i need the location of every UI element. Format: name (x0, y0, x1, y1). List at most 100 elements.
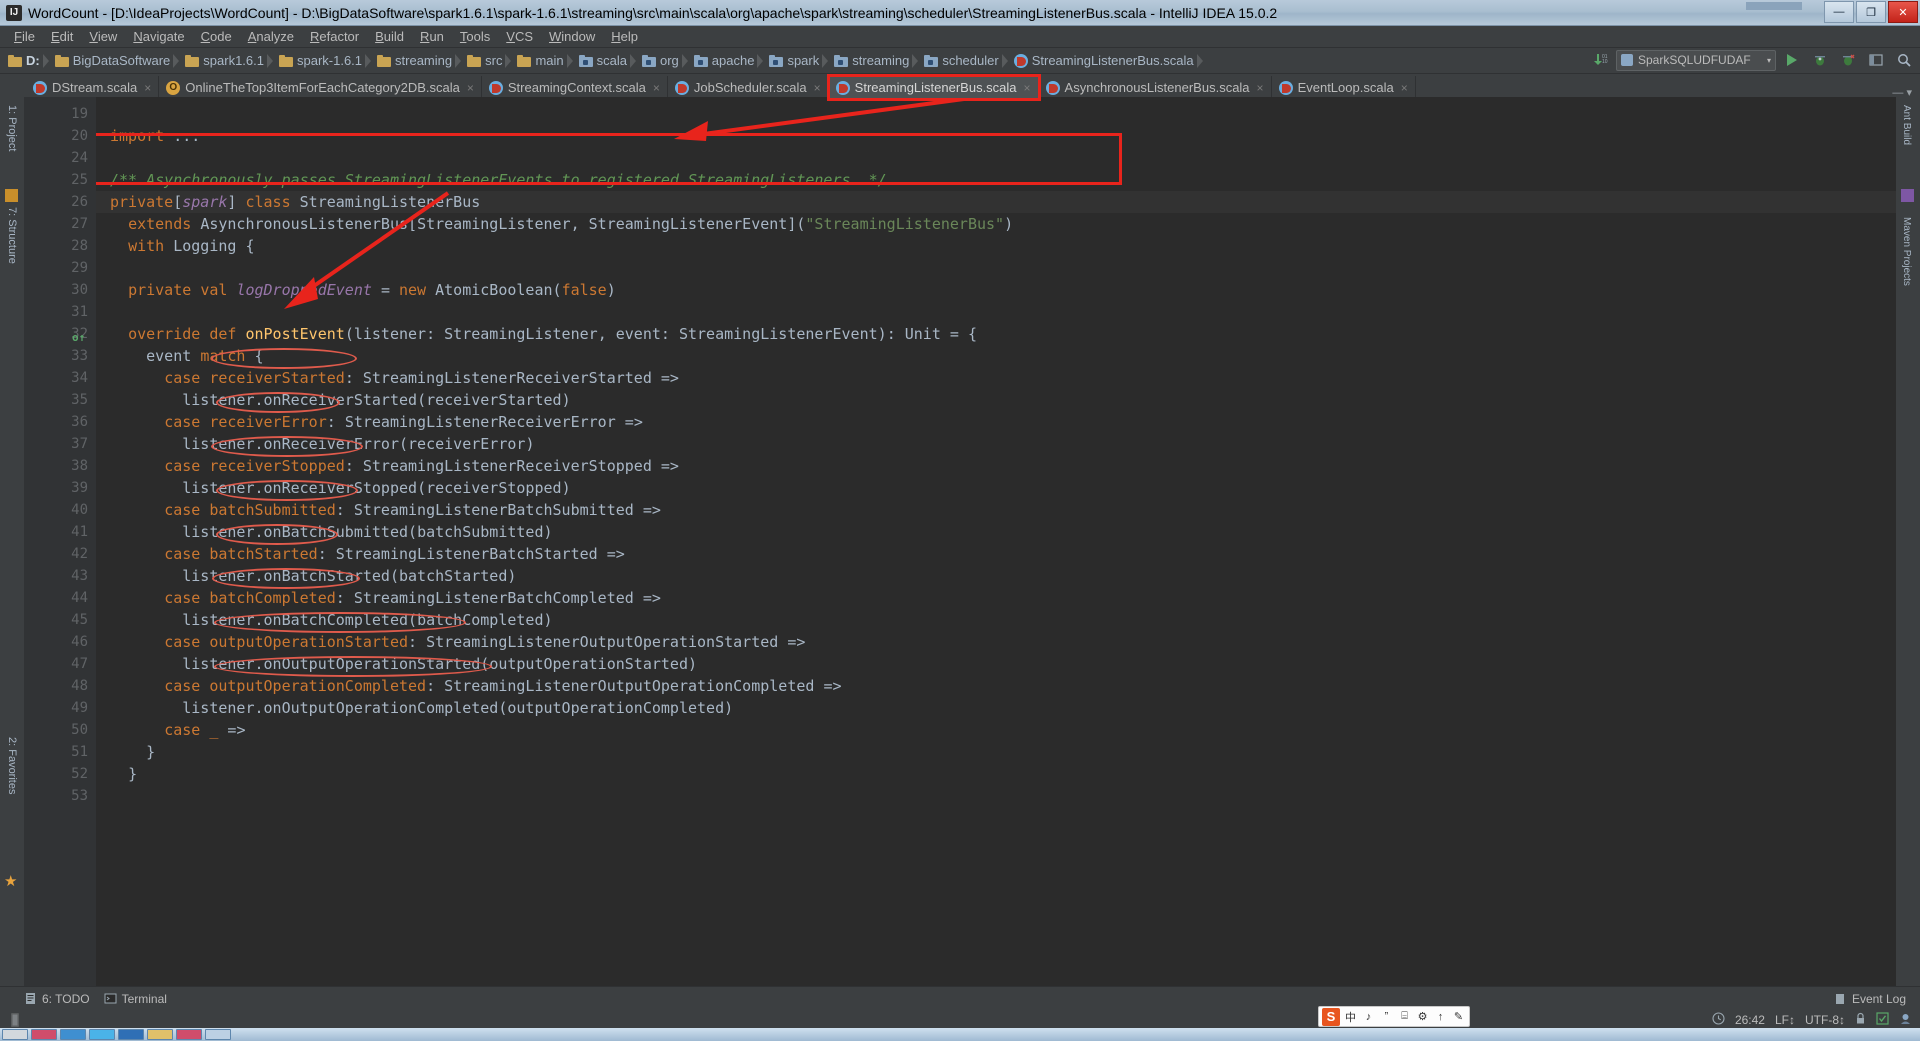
sidebar-item-favorites[interactable]: 2: Favorites (6, 737, 18, 794)
code-line-19[interactable] (96, 103, 1896, 125)
code-line-36[interactable]: case receiverError: StreamingListenerRec… (96, 411, 1896, 433)
close-button[interactable]: ✕ (1888, 1, 1918, 23)
code-line-51[interactable]: } (96, 741, 1896, 763)
hector-icon[interactable] (1899, 1012, 1912, 1028)
code-line-26[interactable]: private[spark] class StreamingListenerBu… (96, 191, 1896, 213)
close-icon[interactable]: × (144, 81, 151, 95)
editor-tab-onlinethetop3itemforeachcategory2db-scala[interactable]: O OnlineTheTop3ItemForEachCategory2DB.sca… (159, 76, 482, 99)
code-line-48[interactable]: case outputOperationCompleted: Streaming… (96, 675, 1896, 697)
ime-button-5[interactable]: ↑ (1433, 1011, 1448, 1023)
breadcrumb-item-scheduler[interactable]: scheduler (920, 50, 1000, 72)
code-line-39[interactable]: listener.onReceiverStopped(receiverStopp… (96, 477, 1896, 499)
sidebar-item-structure[interactable]: 7: Structure (6, 207, 18, 264)
gutter-line-43[interactable]: 43 (24, 565, 96, 587)
code-line-53[interactable] (96, 785, 1896, 807)
taskbar-item[interactable] (118, 1029, 144, 1040)
code-line-33[interactable]: event match { (96, 345, 1896, 367)
update-arrow-icon[interactable]: 01 10 (1588, 49, 1612, 71)
gutter-line-47[interactable]: 47 (24, 653, 96, 675)
code-line-31[interactable] (96, 301, 1896, 323)
gutter-line-44[interactable]: 44 (24, 587, 96, 609)
gutter-line-40[interactable]: 40 (24, 499, 96, 521)
code-line-43[interactable]: listener.onBatchStarted(batchStarted) (96, 565, 1896, 587)
code-editor[interactable]: import ... /** Asynchronously passes Str… (96, 97, 1896, 986)
sidebar-item-project[interactable]: 1: Project (6, 105, 18, 151)
code-line-50[interactable]: case _ => (96, 719, 1896, 741)
tool-window-terminal[interactable]: Terminal (104, 992, 167, 1006)
inspection-icon[interactable] (1876, 1011, 1889, 1028)
taskbar-item[interactable] (147, 1029, 173, 1040)
run-configuration-selector[interactable]: SparkSQLUDFUDAF ▾ (1616, 49, 1776, 71)
breadcrumb-item-streaminglistenerbus-scala[interactable]: StreamingListenerBus.scala (1010, 50, 1196, 72)
code-line-41[interactable]: listener.onBatchSubmitted(batchSubmitted… (96, 521, 1896, 543)
editor-tab-dstream-scala[interactable]: DStream.scala × (26, 76, 160, 99)
ime-button-3[interactable]: ⌸ (1397, 1010, 1412, 1023)
code-line-47[interactable]: listener.onOutputOperationStarted(output… (96, 653, 1896, 675)
ime-brand-icon[interactable]: S (1322, 1007, 1340, 1026)
close-icon[interactable]: × (1257, 81, 1264, 95)
gutter-line-51[interactable]: 51- (24, 741, 110, 763)
code-line-30[interactable]: private val logDroppedEvent = new Atomic… (96, 279, 1896, 301)
taskbar-item[interactable] (205, 1029, 231, 1040)
maximize-button[interactable]: ❐ (1856, 1, 1886, 23)
editor-tab-streamingcontext-scala[interactable]: StreamingContext.scala × (481, 76, 668, 99)
menu-item-build[interactable]: Build (367, 27, 412, 46)
breadcrumb-item-main[interactable]: main (513, 50, 565, 72)
file-encoding[interactable]: UTF-8↕ (1805, 1013, 1845, 1027)
ime-button-6[interactable]: ✎ (1451, 1010, 1466, 1023)
menu-item-file[interactable]: File (6, 27, 43, 46)
code-line-45[interactable]: listener.onBatchCompleted(batchCompleted… (96, 609, 1896, 631)
coverage-button[interactable] (1836, 49, 1860, 71)
gutter-line-20[interactable]: 20+ (24, 125, 110, 147)
gutter-line-26[interactable]: 26- (24, 191, 110, 213)
gutter-line-42[interactable]: 42 (24, 543, 96, 565)
code-line-37[interactable]: listener.onReceiverError(receiverError) (96, 433, 1896, 455)
code-line-24[interactable] (96, 147, 1896, 169)
gutter-line-49[interactable]: 49 (24, 697, 96, 719)
caret-position[interactable]: 26:42 (1735, 1013, 1765, 1027)
gutter-line-41[interactable]: 41 (24, 521, 96, 543)
breadcrumb-item-apache[interactable]: apache (690, 50, 757, 72)
tool-window-event-log[interactable]: Event Log (1834, 992, 1906, 1006)
code-line-27[interactable]: extends AsynchronousListenerBus[Streamin… (96, 213, 1896, 235)
gutter-line-45[interactable]: 45 (24, 609, 96, 631)
code-line-20[interactable]: import ... (96, 125, 1896, 147)
gutter-line-37[interactable]: 37 (24, 433, 96, 455)
code-line-35[interactable]: listener.onReceiverStarted(receiverStart… (96, 389, 1896, 411)
code-line-40[interactable]: case batchSubmitted: StreamingListenerBa… (96, 499, 1896, 521)
gutter-line-33[interactable]: 33- (24, 345, 110, 367)
search-icon[interactable] (1892, 49, 1916, 71)
code-line-49[interactable]: listener.onOutputOperationCompleted(outp… (96, 697, 1896, 719)
gutter-line-39[interactable]: 39 (24, 477, 96, 499)
taskbar-item[interactable] (2, 1029, 28, 1040)
breadcrumb-item-org[interactable]: org (638, 50, 681, 72)
minimize-button[interactable]: — (1824, 1, 1854, 23)
gutter-line-34[interactable]: 34 (24, 367, 96, 389)
gutter-line-32[interactable]: 32 o↑ (24, 323, 96, 345)
close-icon[interactable]: × (814, 81, 821, 95)
editor-tab-streaminglistenerbus-scala[interactable]: StreamingListenerBus.scala × (826, 74, 1041, 101)
gutter-line-29[interactable]: 29 (24, 257, 96, 279)
code-line-28[interactable]: with Logging { (96, 235, 1896, 257)
debug-button[interactable] (1808, 49, 1832, 71)
code-line-34[interactable]: case receiverStarted: StreamingListenerR… (96, 367, 1896, 389)
code-line-38[interactable]: case receiverStopped: StreamingListenerR… (96, 455, 1896, 477)
breadcrumb-item-spark[interactable]: spark (765, 50, 821, 72)
code-line-42[interactable]: case batchStarted: StreamingListenerBatc… (96, 543, 1896, 565)
ime-button-0[interactable]: 中 (1343, 1009, 1358, 1025)
breadcrumb-item-streaming[interactable]: streaming (830, 50, 911, 72)
menu-item-tools[interactable]: Tools (452, 27, 498, 46)
menu-item-edit[interactable]: Edit (43, 27, 81, 46)
gutter-line-28[interactable]: 28- (24, 235, 110, 257)
sidebar-item-ant-build[interactable]: Ant Build (1901, 105, 1912, 145)
menu-item-help[interactable]: Help (603, 27, 646, 46)
menu-item-run[interactable]: Run (412, 27, 452, 46)
gutter-line-31[interactable]: 31 (24, 301, 96, 323)
close-icon[interactable]: × (1024, 81, 1031, 95)
gutter-line-50[interactable]: 50 (24, 719, 96, 741)
line-separator[interactable]: LF↕ (1775, 1013, 1795, 1027)
gutter-line-38[interactable]: 38 (24, 455, 96, 477)
gutter-line-24[interactable]: 24 (24, 147, 96, 169)
editor-tab-eventloop-scala[interactable]: EventLoop.scala × (1271, 76, 1416, 99)
ime-button-4[interactable]: ⚙ (1415, 1010, 1430, 1023)
